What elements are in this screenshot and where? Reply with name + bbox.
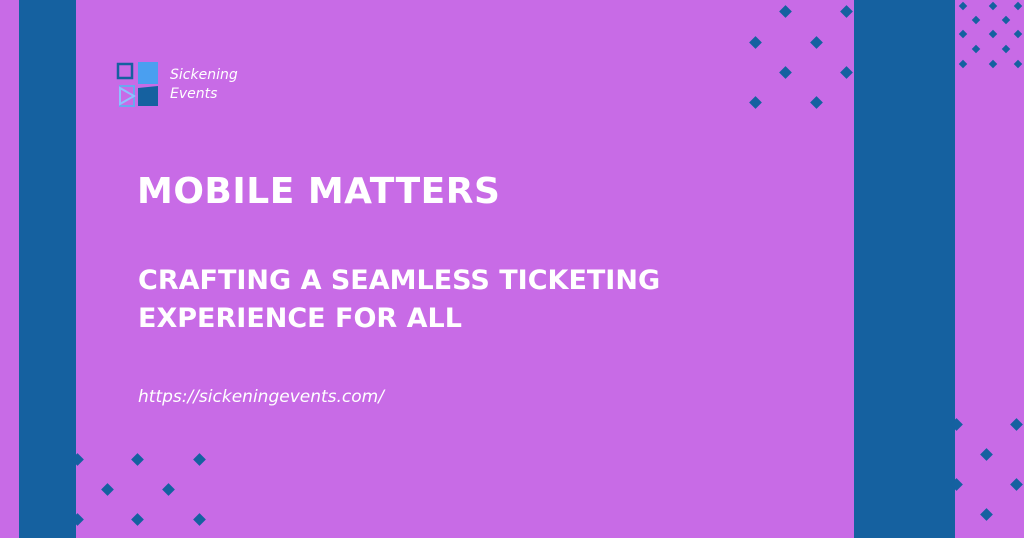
subtitle-line1: CRAFTING A SEAMLESS TICKETING — [138, 265, 661, 296]
diamond-shape — [840, 5, 853, 18]
diamond-shape — [1013, 29, 1023, 39]
diamond-shape — [162, 483, 175, 496]
brand-name-line1: Sickening — [170, 67, 238, 83]
diamond-shape — [971, 15, 981, 25]
diamond-shape — [810, 96, 823, 109]
diamond-shape — [971, 44, 981, 54]
brand-name-line2: Events — [170, 86, 218, 102]
diamond-shape — [988, 1, 998, 11]
diamond-shape — [1001, 44, 1011, 54]
website-link[interactable]: https://sickeningevents.com/ — [138, 386, 384, 408]
diamond-shape — [980, 448, 993, 461]
diamond-shape — [810, 36, 823, 49]
left-decorative-bar — [19, 0, 76, 538]
diamond-shape — [840, 66, 853, 79]
page-subtitle: CRAFTING A SEAMLESS TICKETING EXPERIENCE… — [138, 262, 660, 338]
diamond-shape — [193, 513, 206, 526]
diamond-shape — [193, 453, 206, 466]
subtitle-line2: EXPERIENCE FOR ALL — [138, 303, 462, 334]
diamond-shape — [958, 59, 968, 69]
page-title: MOBILE MATTERS — [137, 171, 501, 212]
diamond-shape — [1013, 59, 1023, 69]
diamond-shape — [1001, 15, 1011, 25]
diamond-shape — [749, 36, 762, 49]
diamond-shape — [958, 29, 968, 39]
diamond-shape — [131, 453, 144, 466]
right-decorative-bar — [854, 0, 955, 538]
diamond-shape — [749, 96, 762, 109]
diamond-shape — [779, 66, 792, 79]
diamond-shape — [131, 513, 144, 526]
diamond-shape — [1010, 418, 1023, 431]
diamond-shape — [1010, 478, 1023, 491]
diamond-shape — [988, 59, 998, 69]
diamond-shape — [1013, 1, 1023, 11]
diamond-shape — [958, 1, 968, 11]
diamond-shape — [101, 483, 114, 496]
diamond-shape — [779, 5, 792, 18]
diamond-shape — [980, 508, 993, 521]
brand-name: Sickening Events — [170, 66, 290, 104]
sickening-events-logo-icon — [116, 60, 162, 110]
diamond-shape — [988, 29, 998, 39]
